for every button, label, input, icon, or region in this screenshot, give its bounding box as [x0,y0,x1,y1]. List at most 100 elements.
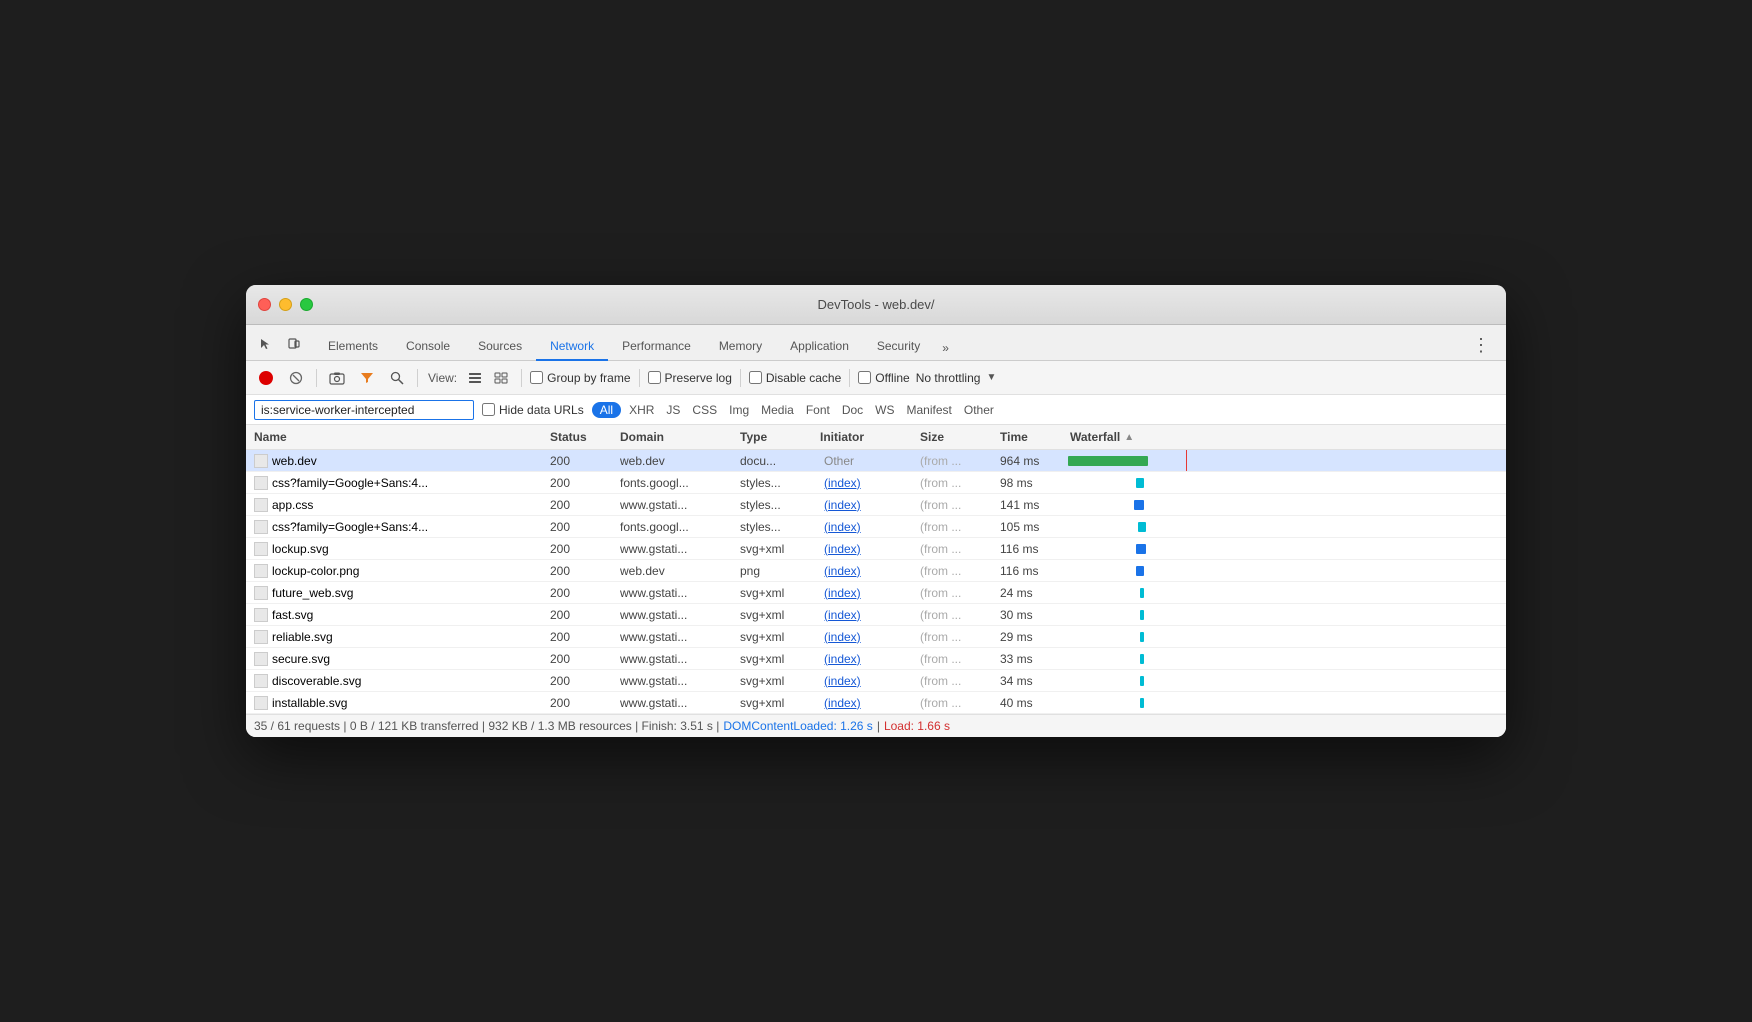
filter-button[interactable] [355,366,379,390]
filter-icon [360,371,374,385]
table-row[interactable]: secure.svg 200 www.gstati... svg+xml (in… [246,648,1506,670]
header-initiator[interactable]: Initiator [816,430,916,444]
cell-size: (from ... [916,520,996,534]
minimize-button[interactable] [279,298,292,311]
tab-security[interactable]: Security [863,333,934,361]
header-time[interactable]: Time [996,430,1066,444]
header-type[interactable]: Type [736,430,816,444]
cell-initiator: (index) [820,498,861,512]
hide-data-urls-input[interactable] [482,403,495,416]
throttling-selector[interactable]: No throttling [916,371,981,385]
disable-cache-checkbox[interactable]: Disable cache [749,371,841,385]
header-name[interactable]: Name [246,430,546,444]
cell-filename: lockup-color.png [272,564,359,578]
cell-initiator: (index) [820,520,861,534]
cell-type: svg+xml [736,586,816,600]
table-row[interactable]: installable.svg 200 www.gstati... svg+xm… [246,692,1506,714]
waterfall-bar [1140,698,1144,708]
filter-tag-ws[interactable]: WS [871,402,898,418]
view-buttons [463,366,513,390]
red-line [1186,450,1187,471]
header-waterfall[interactable]: Waterfall ▲ [1066,430,1506,444]
cell-name: installable.svg [246,696,546,710]
table-row[interactable]: fast.svg 200 www.gstati... svg+xml (inde… [246,604,1506,626]
maximize-button[interactable] [300,298,313,311]
cell-name: css?family=Google+Sans:4... [246,520,546,534]
group-by-frame-checkbox[interactable]: Group by frame [530,371,630,385]
table-row[interactable]: css?family=Google+Sans:4... 200 fonts.go… [246,472,1506,494]
list-view-button[interactable] [463,366,487,390]
cell-status: 200 [546,652,616,666]
offline-input[interactable] [858,371,871,384]
cell-size: (from ... [916,674,996,688]
offline-label: Offline [875,371,909,385]
header-size[interactable]: Size [916,430,996,444]
traffic-lights [258,298,313,311]
tab-sources[interactable]: Sources [464,333,536,361]
group-view-button[interactable] [489,366,513,390]
close-button[interactable] [258,298,271,311]
cell-time: 116 ms [996,542,1066,556]
file-icon [254,476,268,490]
device-icon[interactable] [282,332,306,356]
cell-domain: www.gstati... [616,586,736,600]
header-domain[interactable]: Domain [616,430,736,444]
table-row[interactable]: app.css 200 www.gstati... styles... (ind… [246,494,1506,516]
table-row[interactable]: css?family=Google+Sans:4... 200 fonts.go… [246,516,1506,538]
offline-checkbox[interactable]: Offline [858,371,909,385]
filter-tag-media[interactable]: Media [757,402,798,418]
file-icon [254,542,268,556]
filter-tag-font[interactable]: Font [802,402,834,418]
table-row[interactable]: web.dev 200 web.dev docu... Other (from … [246,450,1506,472]
waterfall-bar [1136,544,1146,554]
tab-elements[interactable]: Elements [314,333,392,361]
devtools-menu-button[interactable]: ⋮ [1464,329,1498,360]
cursor-icon[interactable] [254,332,278,356]
disable-cache-input[interactable] [749,371,762,384]
preserve-log-input[interactable] [648,371,661,384]
table-row[interactable]: lockup.svg 200 www.gstati... svg+xml (in… [246,538,1506,560]
waterfall-bar [1140,632,1144,642]
hide-data-urls-checkbox[interactable]: Hide data URLs [482,403,584,417]
filter-input[interactable] [254,400,474,420]
filter-tag-xhr[interactable]: XHR [625,402,658,418]
filter-tag-all[interactable]: All [592,402,621,418]
filter-tag-js[interactable]: JS [662,402,684,418]
throttling-arrow[interactable]: ▼ [986,372,996,383]
cell-status: 200 [546,586,616,600]
table-row[interactable]: future_web.svg 200 www.gstati... svg+xml… [246,582,1506,604]
filter-tag-doc[interactable]: Doc [838,402,867,418]
cell-type: svg+xml [736,630,816,644]
filter-tag-css[interactable]: CSS [688,402,721,418]
cell-initiator: (index) [820,476,861,490]
preserve-log-checkbox[interactable]: Preserve log [648,371,732,385]
capture-screenshot-button[interactable] [325,366,349,390]
cell-time: 30 ms [996,608,1066,622]
tab-application[interactable]: Application [776,333,863,361]
tab-icon-group [254,332,306,360]
cell-domain: www.gstati... [616,608,736,622]
waterfall-bar [1136,478,1144,488]
header-status[interactable]: Status [546,430,616,444]
filter-tag-manifest[interactable]: Manifest [903,402,956,418]
table-row[interactable]: lockup-color.png 200 web.dev png (index)… [246,560,1506,582]
filter-tag-other[interactable]: Other [960,402,998,418]
view-label: View: [428,371,457,385]
cell-time: 29 ms [996,630,1066,644]
search-button[interactable] [385,366,409,390]
cell-initiator-wrapper: (index) [816,564,916,578]
table-row[interactable]: reliable.svg 200 www.gstati... svg+xml (… [246,626,1506,648]
cell-waterfall [1066,604,1506,625]
tab-network[interactable]: Network [536,333,608,361]
divider-5 [740,369,741,387]
table-row[interactable]: discoverable.svg 200 www.gstati... svg+x… [246,670,1506,692]
tab-memory[interactable]: Memory [705,333,776,361]
tab-performance[interactable]: Performance [608,333,705,361]
record-button[interactable] [254,366,278,390]
camera-icon [329,371,345,385]
clear-button[interactable] [284,366,308,390]
more-tabs-button[interactable]: » [934,335,957,361]
tab-console[interactable]: Console [392,333,464,361]
group-by-frame-input[interactable] [530,371,543,384]
filter-tag-img[interactable]: Img [725,402,753,418]
